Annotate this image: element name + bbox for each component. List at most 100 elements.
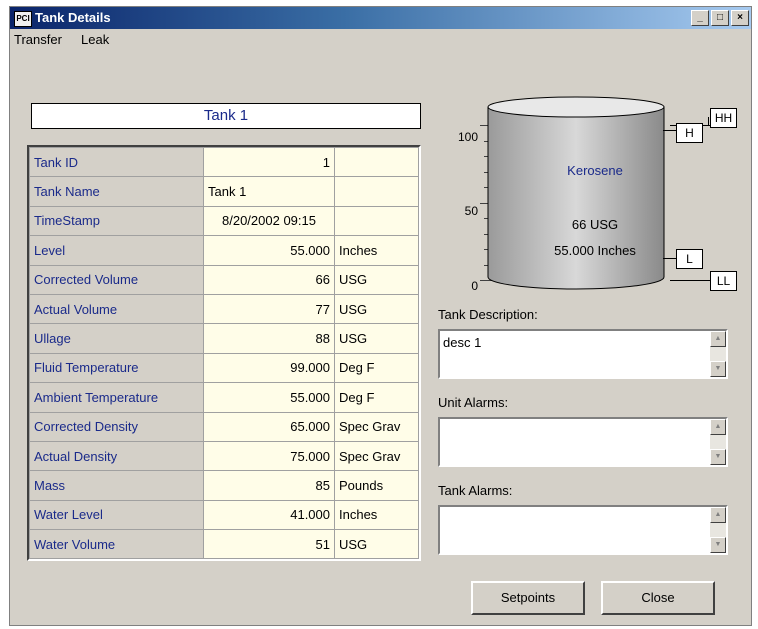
alarm-ll-marker: LL [710, 271, 737, 291]
tank-description-field[interactable]: desc 1 ▲ ▼ [438, 329, 728, 379]
row-label: Fluid Temperature [29, 352, 204, 384]
menu-transfer[interactable]: Transfer [14, 32, 62, 47]
row-value[interactable]: 99.000 [203, 352, 335, 384]
row-value[interactable]: 1 [203, 146, 335, 178]
row-label: Ambient Temperature [29, 382, 204, 413]
table-row: Tank Name Tank 1 [29, 176, 419, 207]
row-value[interactable]: Tank 1 [203, 176, 335, 207]
row-value[interactable]: 55.000 [203, 382, 335, 413]
table-row: Mass 85 Pounds [29, 470, 419, 501]
row-value[interactable]: 65.000 [203, 411, 335, 442]
scale-label-100: 100 [457, 130, 478, 144]
tank-volume: 66 USG [571, 217, 619, 232]
row-unit: USG [334, 293, 419, 325]
row-label: Tank ID [29, 146, 204, 178]
tank-product: Kerosene [567, 163, 623, 178]
row-value[interactable]: 55.000 [203, 235, 335, 266]
app-icon: PCI [14, 11, 32, 27]
row-label: Water Volume [29, 529, 204, 560]
row-value[interactable]: 41.000 [203, 499, 335, 531]
row-unit: Pounds [334, 470, 419, 501]
tank-title: Tank 1 [31, 103, 421, 129]
table-row: Actual Density 75.000 Spec Grav [29, 440, 419, 472]
row-label: Ullage [29, 323, 204, 354]
table-row: Corrected Density 65.000 Spec Grav [29, 411, 419, 442]
l-line [663, 258, 677, 259]
table-row: Level 55.000 Inches [29, 235, 419, 266]
menu-leak[interactable]: Leak [81, 32, 109, 47]
menu-bar: Transfer Leak [10, 29, 751, 49]
title-bar[interactable]: PCI Tank Details _ □ × [10, 7, 751, 29]
row-label: Water Level [29, 499, 204, 531]
h-line [663, 130, 677, 131]
tank-cylinder [487, 96, 665, 290]
table-row: Actual Volume 77 USG [29, 293, 419, 325]
tank-level: 55.000 Inches [554, 243, 636, 258]
hh-line-riser [708, 117, 709, 125]
maximize-button[interactable]: □ [711, 10, 729, 26]
row-unit [334, 176, 419, 207]
unit-alarms-label: Unit Alarms: [438, 395, 509, 410]
tank-details-grid: Tank ID 1 Tank Name Tank 1 TimeStamp 8/20/200… [27, 145, 421, 561]
unit-alarms-field[interactable]: ▲ ▼ [438, 417, 728, 467]
row-unit: Inches [334, 499, 419, 531]
tank-alarms-field[interactable]: ▲ ▼ [438, 505, 728, 555]
tank-alarms-scrollbar[interactable]: ▲ ▼ [710, 507, 726, 553]
row-unit: Inches [334, 235, 419, 266]
row-unit: Deg F [334, 382, 419, 413]
alarm-hh-marker: HH [710, 108, 737, 128]
row-value[interactable]: 8/20/2002 09:15 [203, 205, 335, 237]
alarm-h-marker: H [676, 123, 703, 143]
alarm-l-marker: L [676, 249, 703, 269]
table-row: Ambient Temperature 55.000 Deg F [29, 382, 419, 413]
row-unit: Spec Grav [334, 440, 419, 472]
row-label: Level [29, 235, 204, 266]
row-label: Tank Name [29, 176, 204, 207]
scroll-down-icon[interactable]: ▼ [710, 449, 726, 465]
close-window-button[interactable]: × [731, 10, 749, 26]
tank-description-value: desc 1 [443, 335, 482, 350]
row-label: Actual Density [29, 440, 204, 472]
row-label: Mass [29, 470, 204, 501]
tank-details-window: PCI Tank Details _ □ × Transfer Leak Tan… [9, 6, 752, 626]
minimize-button[interactable]: _ [691, 10, 709, 26]
table-row: Water Volume 51 USG [29, 529, 419, 560]
row-value[interactable]: 51 [203, 529, 335, 560]
tank-alarms-label: Tank Alarms: [438, 483, 513, 498]
table-row: Corrected Volume 66 USG [29, 264, 419, 295]
row-label: Actual Volume [29, 293, 204, 325]
scroll-down-icon[interactable]: ▼ [710, 537, 726, 553]
row-value[interactable]: 77 [203, 293, 335, 325]
row-label: TimeStamp [29, 205, 204, 237]
window-title: Tank Details [35, 10, 111, 25]
row-unit: Deg F [334, 352, 419, 384]
scale-label-0: 0 [471, 279, 478, 293]
scroll-down-icon[interactable]: ▼ [710, 361, 726, 377]
close-button[interactable]: Close [601, 581, 715, 615]
table-row: Tank ID 1 [29, 146, 419, 178]
row-value[interactable]: 85 [203, 470, 335, 501]
scroll-up-icon[interactable]: ▲ [710, 331, 726, 347]
row-value[interactable]: 75.000 [203, 440, 335, 472]
row-unit: Spec Grav [334, 411, 419, 442]
row-unit: USG [334, 323, 419, 354]
scale-label-50: 50 [464, 204, 478, 218]
scroll-up-icon[interactable]: ▲ [710, 419, 726, 435]
row-label: Corrected Volume [29, 264, 204, 295]
table-row: Fluid Temperature 99.000 Deg F [29, 352, 419, 384]
row-unit: USG [334, 529, 419, 560]
row-unit [334, 146, 419, 178]
unit-alarms-scrollbar[interactable]: ▲ ▼ [710, 419, 726, 465]
row-value[interactable]: 88 [203, 323, 335, 354]
row-value[interactable]: 66 [203, 264, 335, 295]
ll-line [670, 280, 710, 281]
row-unit: USG [334, 264, 419, 295]
setpoints-button[interactable]: Setpoints [471, 581, 585, 615]
scroll-up-icon[interactable]: ▲ [710, 507, 726, 523]
tank-description-label: Tank Description: [438, 307, 538, 322]
row-unit [334, 205, 419, 237]
row-label: Corrected Density [29, 411, 204, 442]
table-row: Ullage 88 USG [29, 323, 419, 354]
table-row: TimeStamp 8/20/2002 09:15 [29, 205, 419, 237]
tank-description-scrollbar[interactable]: ▲ ▼ [710, 331, 726, 377]
